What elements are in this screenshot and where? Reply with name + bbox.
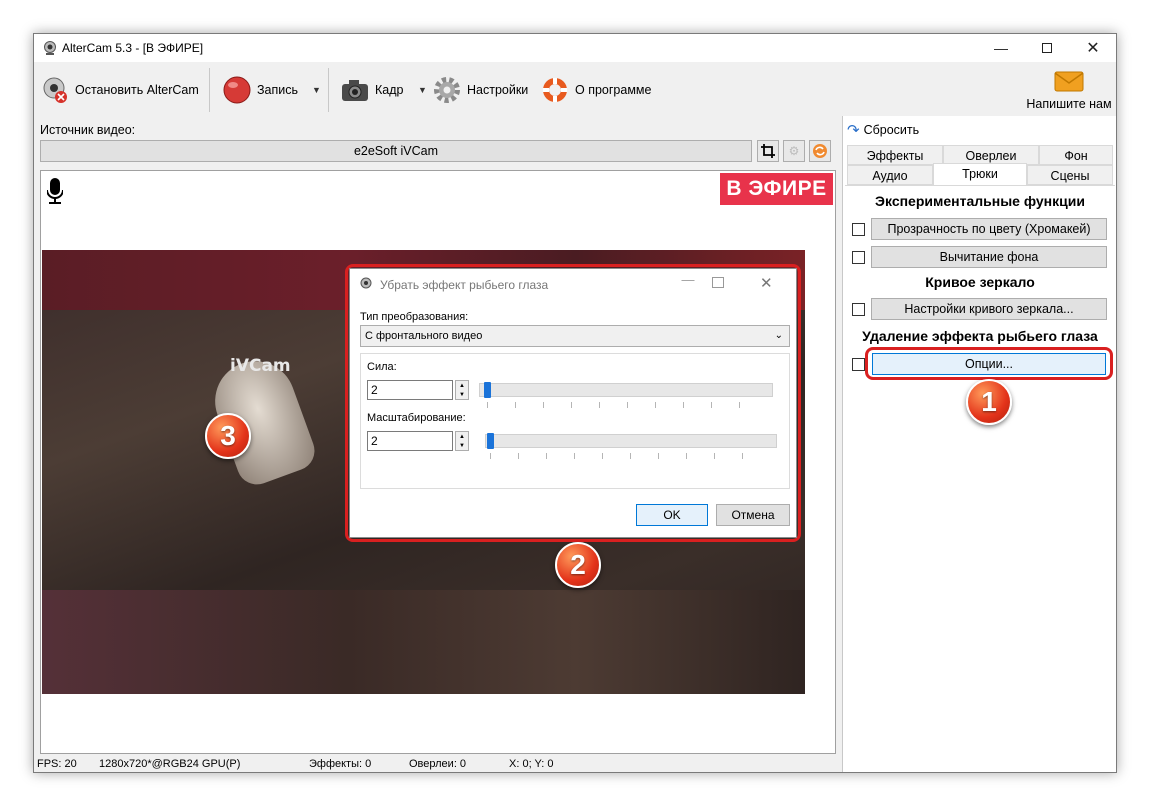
source-label: Источник видео:: [40, 123, 136, 137]
feed-floor: [42, 590, 805, 694]
reset-label: Сбросить: [863, 123, 920, 137]
source-select[interactable]: e2eSoft iVCam: [40, 140, 752, 162]
scale-slider-thumb[interactable]: [487, 433, 494, 449]
toolbar-divider: [328, 68, 329, 112]
frame-dropdown-arrow-icon[interactable]: ▼: [418, 72, 427, 108]
on-air-badge: В ЭФИРЕ: [720, 173, 833, 205]
minimize-button[interactable]: —: [978, 34, 1024, 62]
cancel-button[interactable]: Отмена: [716, 504, 790, 526]
strength-ticks: [487, 402, 767, 408]
window-title: AlterCam 5.3 - [В ЭФИРЕ]: [62, 41, 204, 55]
webcam-app-icon: [44, 41, 56, 55]
close-button[interactable]: ✕: [1070, 34, 1116, 62]
record-button[interactable]: Запись: [222, 72, 298, 108]
dialog-close-button[interactable]: ✕: [760, 274, 773, 292]
scale-slider[interactable]: [485, 434, 777, 448]
status-overlays: Оверлеи: 0: [409, 758, 467, 770]
strength-slider-thumb[interactable]: [484, 382, 491, 398]
status-coords: X: 0; Y: 0: [509, 758, 554, 770]
crop-icon: [761, 144, 775, 158]
title-bar: AlterCam 5.3 - [В ЭФИРЕ] — ✕: [34, 34, 1116, 62]
settings-button[interactable]: Настройки: [432, 72, 528, 108]
bg-subtract-checkbox[interactable]: [852, 251, 865, 264]
status-effects: Эффекты: 0: [309, 758, 372, 770]
stop-webcam-icon: [43, 77, 67, 103]
fisheye-dialog: Убрать эффект рыбьего глаза — ✕ Тип прео…: [349, 268, 797, 538]
source-settings-button[interactable]: ⚙: [783, 140, 805, 162]
chroma-button[interactable]: Прозрачность по цвету (Хромакей): [871, 218, 1107, 240]
crop-button[interactable]: [757, 140, 779, 162]
reset-button[interactable]: ↷ Сбросить: [847, 121, 919, 139]
tab-tricks[interactable]: Трюки: [933, 163, 1027, 186]
fisheye-checkbox[interactable]: [852, 358, 865, 371]
webcam-app-icon: [360, 277, 372, 289]
ivcam-watermark: iVCam: [230, 356, 291, 376]
maximize-button[interactable]: [1024, 34, 1070, 62]
tab-background[interactable]: Фон: [1039, 145, 1113, 165]
strength-input[interactable]: 2: [367, 380, 453, 400]
tab-overlays[interactable]: Оверлеи: [943, 145, 1039, 165]
scale-label: Масштабирование:: [367, 412, 466, 424]
record-dropdown-arrow-icon[interactable]: ▼: [312, 72, 321, 108]
microphone-icon[interactable]: [47, 178, 63, 206]
about-button[interactable]: О программе: [540, 72, 651, 108]
refresh-source-button[interactable]: [809, 140, 831, 162]
record-icon: [223, 76, 251, 104]
status-format: 1280x720*@RGB24 GPU(P): [99, 758, 241, 770]
envelope-icon: [1054, 71, 1084, 92]
chroma-checkbox[interactable]: [852, 223, 865, 236]
params-group: Сила: 2 ▲ ▼ Масштабирование: 2 ▲ ▼: [360, 353, 790, 489]
dialog-title: Убрать эффект рыбьего глаза: [380, 278, 549, 292]
scale-ticks: [490, 453, 770, 459]
transform-type-label: Тип преобразования:: [360, 311, 469, 323]
stop-label: Остановить AlterCam: [75, 83, 199, 97]
settings-panel: ↷ Сбросить Эффекты Оверлеи Фон Аудио Трю…: [842, 116, 1116, 772]
strength-spinner[interactable]: ▲ ▼: [455, 380, 469, 400]
dialog-maximize-button[interactable]: [712, 277, 724, 288]
gear-icon: [434, 77, 460, 103]
tab-audio[interactable]: Аудио: [847, 165, 933, 185]
status-bar: FPS: 20 1280x720*@RGB24 GPU(P) Эффекты: …: [34, 756, 838, 774]
write-us-button[interactable]: Напишите нам: [1024, 70, 1114, 111]
toolbar-divider: [209, 68, 210, 112]
fisheye-options-button[interactable]: Опции...: [872, 353, 1106, 375]
scale-input[interactable]: 2: [367, 431, 453, 451]
toolbar: Остановить AlterCam Запись ▼ Кадр ▼ Наст…: [34, 62, 1116, 116]
strength-slider[interactable]: [479, 383, 773, 397]
fisheye-heading: Удаление эффекта рыбьего глаза: [862, 328, 1098, 344]
strength-label: Сила:: [367, 361, 397, 373]
step-badge-3: 3: [205, 413, 251, 459]
gear-icon: ⚙: [788, 144, 800, 158]
transform-type-value: С фронтального видео: [365, 330, 483, 342]
bg-subtract-button[interactable]: Вычитание фона: [871, 246, 1107, 268]
tab-effects[interactable]: Эффекты: [847, 145, 943, 165]
status-fps: FPS: 20: [37, 758, 77, 770]
scale-spinner[interactable]: ▲ ▼: [455, 431, 469, 451]
experimental-heading: Экспериментальные функции: [875, 193, 1085, 209]
step-badge-1: 1: [966, 379, 1012, 425]
settings-label: Настройки: [467, 83, 529, 97]
chevron-down-icon: ⌄: [774, 330, 783, 341]
mirror-checkbox[interactable]: [852, 303, 865, 316]
write-us-label: Напишите нам: [1026, 97, 1112, 111]
lifebuoy-icon: [543, 78, 567, 102]
refresh-icon: [813, 144, 827, 158]
ok-button[interactable]: OK: [636, 504, 708, 526]
transform-type-select[interactable]: С фронтального видео ⌄: [360, 325, 790, 347]
frame-label: Кадр: [375, 83, 404, 97]
step-badge-2: 2: [555, 542, 601, 588]
mirror-heading: Кривое зеркало: [925, 274, 1035, 290]
about-label: О программе: [575, 83, 652, 97]
tab-scenes[interactable]: Сцены: [1027, 165, 1113, 185]
mirror-settings-button[interactable]: Настройки кривого зеркала...: [871, 298, 1107, 320]
dialog-minimize-button[interactable]: —: [670, 272, 706, 296]
stop-altercam-button[interactable]: Остановить AlterCam: [40, 72, 199, 108]
reset-arrow-icon: ↷: [847, 122, 860, 139]
frame-button[interactable]: Кадр: [340, 72, 403, 108]
camera-icon: [342, 80, 368, 101]
record-label: Запись: [257, 83, 299, 97]
